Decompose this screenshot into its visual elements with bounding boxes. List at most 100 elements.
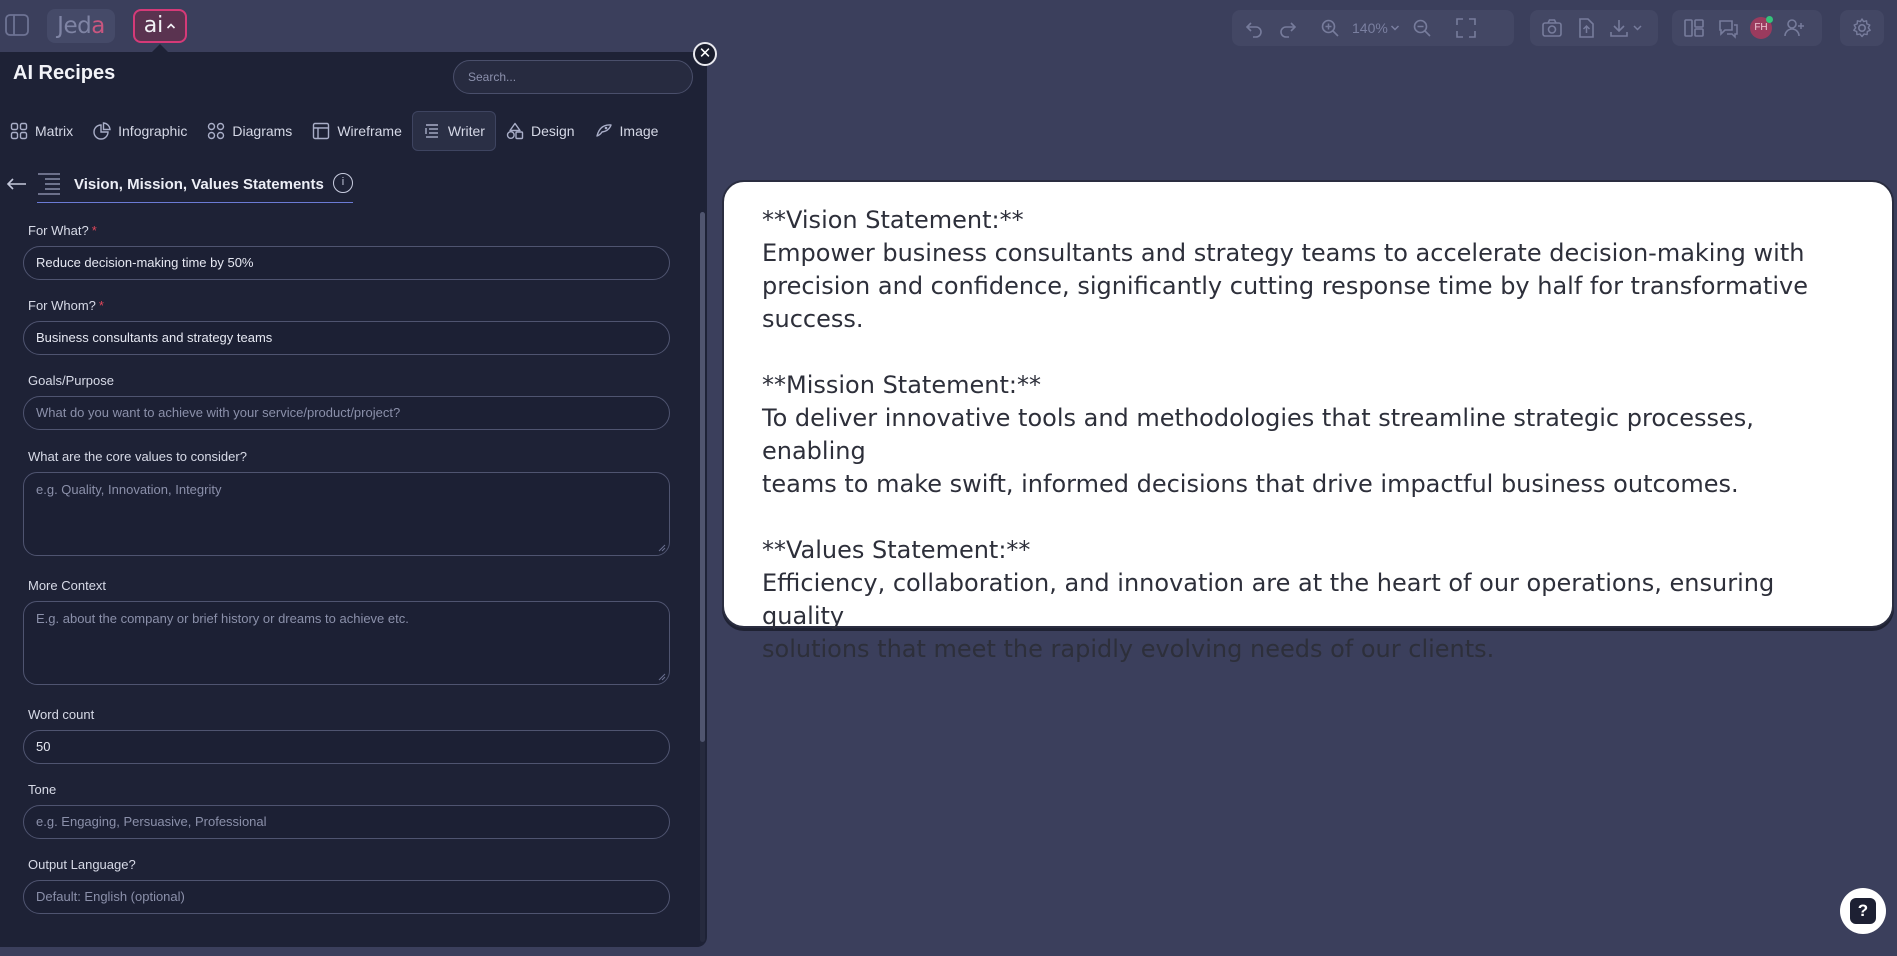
language-label: Output Language? <box>28 857 136 872</box>
tab-label: Design <box>530 123 575 139</box>
logo-text-accent: a <box>91 13 105 39</box>
tab-label: Wireframe <box>337 123 402 139</box>
image-icon <box>595 122 613 140</box>
diagram-icon <box>207 122 225 140</box>
app-logo[interactable]: Jeda <box>47 9 115 43</box>
vision-line: Empower business consultants and strateg… <box>762 239 1805 267</box>
tab-diagrams[interactable]: Diagrams <box>197 111 302 151</box>
zoom-level-value: 140% <box>1352 20 1388 36</box>
values-line: solutions that meet the rapidly evolving… <box>762 635 1495 663</box>
word-count-input[interactable]: 50 <box>23 730 670 764</box>
download-icon[interactable] <box>1608 16 1646 40</box>
language-input[interactable]: Default: English (optional) <box>23 880 670 914</box>
writer-icon <box>423 122 441 140</box>
tab-label: Matrix <box>35 123 74 139</box>
layout-panels-icon[interactable] <box>1682 16 1706 40</box>
for-what-label: For What? * <box>28 223 97 238</box>
text-lines-icon <box>37 171 61 197</box>
context-textarea[interactable]: E.g. about the company or brief history … <box>23 601 670 685</box>
required-marker: * <box>91 223 97 238</box>
values-line: Efficiency, collaboration, and innovatio… <box>762 569 1775 630</box>
top-bar: Jeda ai 140% FH <box>0 0 1897 52</box>
ai-recipes-panel: AI Recipes Matrix Infographic Diagrams W… <box>0 52 707 947</box>
tab-label: Writer <box>447 123 485 139</box>
zoom-in-icon[interactable] <box>1318 16 1342 40</box>
sidebar-toggle-icon[interactable] <box>4 13 30 37</box>
resize-handle-icon[interactable] <box>658 544 666 552</box>
close-panel-button[interactable]: ✕ <box>693 42 717 66</box>
tone-input[interactable]: e.g. Engaging, Persuasive, Professional <box>23 805 670 839</box>
tab-wireframe[interactable]: Wireframe <box>302 111 412 151</box>
settings-toolbar <box>1840 10 1884 46</box>
for-what-label-text: For What? <box>28 223 89 238</box>
core-values-textarea[interactable]: e.g. Quality, Innovation, Integrity <box>23 472 670 556</box>
tab-design[interactable]: Design <box>496 111 585 151</box>
zoom-level-dropdown[interactable]: 140% <box>1352 20 1400 36</box>
for-whom-label: For Whom? * <box>28 298 104 313</box>
zoom-out-icon[interactable] <box>1410 16 1434 40</box>
wireframe-icon <box>312 122 330 140</box>
logo-text-main: Jed <box>57 13 92 39</box>
pie-icon <box>93 122 111 140</box>
help-icon: ? <box>1850 898 1876 924</box>
for-whom-input[interactable]: Business consultants and strategy teams <box>23 321 670 355</box>
goals-input[interactable]: What do you want to achieve with your se… <box>23 396 670 430</box>
fit-screen-icon[interactable] <box>1454 16 1478 40</box>
context-label: More Context <box>28 578 107 593</box>
tab-matrix[interactable]: Matrix <box>0 111 83 151</box>
ai-button-label: ai <box>143 13 164 38</box>
camera-icon[interactable] <box>1540 16 1564 40</box>
tab-infographic[interactable]: Infographic <box>83 111 197 151</box>
user-avatar[interactable]: FH <box>1750 16 1773 39</box>
recipe-title-underline <box>37 202 353 203</box>
tab-label: Infographic <box>118 123 188 139</box>
recipe-search-input[interactable] <box>453 60 693 94</box>
generated-text-card[interactable]: **Vision Statement:** Empower business c… <box>722 180 1894 663</box>
tab-writer[interactable]: Writer <box>411 111 496 151</box>
chevron-down-icon <box>1390 24 1400 32</box>
required-marker: * <box>98 298 104 313</box>
redo-icon[interactable] <box>1276 16 1300 40</box>
comments-icon[interactable] <box>1716 16 1740 40</box>
history-zoom-toolbar: 140% <box>1232 10 1514 46</box>
for-what-input[interactable]: Reduce decision-making time by 50% <box>23 246 670 280</box>
collaboration-toolbar: FH <box>1672 10 1822 46</box>
panel-scrollbar-thumb[interactable] <box>700 212 705 742</box>
gear-icon[interactable] <box>1850 16 1874 40</box>
vision-line: success. <box>762 305 864 333</box>
info-icon[interactable]: i <box>333 173 353 193</box>
back-arrow-icon[interactable] <box>4 174 28 194</box>
grid-icon <box>10 122 28 140</box>
values-heading: **Values Statement:** <box>762 536 1031 564</box>
panel-title: AI Recipes <box>13 62 116 84</box>
context-placeholder: E.g. about the company or brief history … <box>36 611 409 626</box>
chevron-up-icon <box>166 22 176 30</box>
recipe-header: Vision, Mission, Values Statements i <box>0 168 360 204</box>
category-tabs: Matrix Infographic Diagrams Wireframe Wr… <box>0 111 707 151</box>
shapes-icon <box>506 122 524 140</box>
mission-line: To deliver innovative tools and methodol… <box>762 404 1754 465</box>
tone-label: Tone <box>28 782 57 797</box>
tab-image[interactable]: Image <box>585 111 669 151</box>
for-whom-label-text: For Whom? <box>28 298 96 313</box>
recipe-title: Vision, Mission, Values Statements <box>74 176 324 193</box>
core-values-label: What are the core values to consider? <box>28 449 247 464</box>
vision-line: precision and confidence, significantly … <box>762 272 1808 300</box>
mission-line: teams to make swift, informed decisions … <box>762 470 1739 498</box>
help-button[interactable]: ? <box>1840 888 1886 934</box>
goals-label: Goals/Purpose <box>28 373 114 388</box>
share-file-icon[interactable] <box>1574 16 1598 40</box>
word-count-label: Word count <box>28 707 95 722</box>
resize-handle-icon[interactable] <box>658 673 666 681</box>
export-toolbar <box>1530 10 1658 46</box>
ai-menu-button[interactable]: ai <box>133 9 187 43</box>
tab-label: Diagrams <box>232 123 293 139</box>
mission-heading: **Mission Statement:** <box>762 371 1041 399</box>
vision-heading: **Vision Statement:** <box>762 206 1024 234</box>
add-user-icon[interactable] <box>1782 16 1806 40</box>
core-values-placeholder: e.g. Quality, Innovation, Integrity <box>36 482 222 497</box>
undo-icon[interactable] <box>1242 16 1266 40</box>
tab-label: Image <box>619 123 659 139</box>
